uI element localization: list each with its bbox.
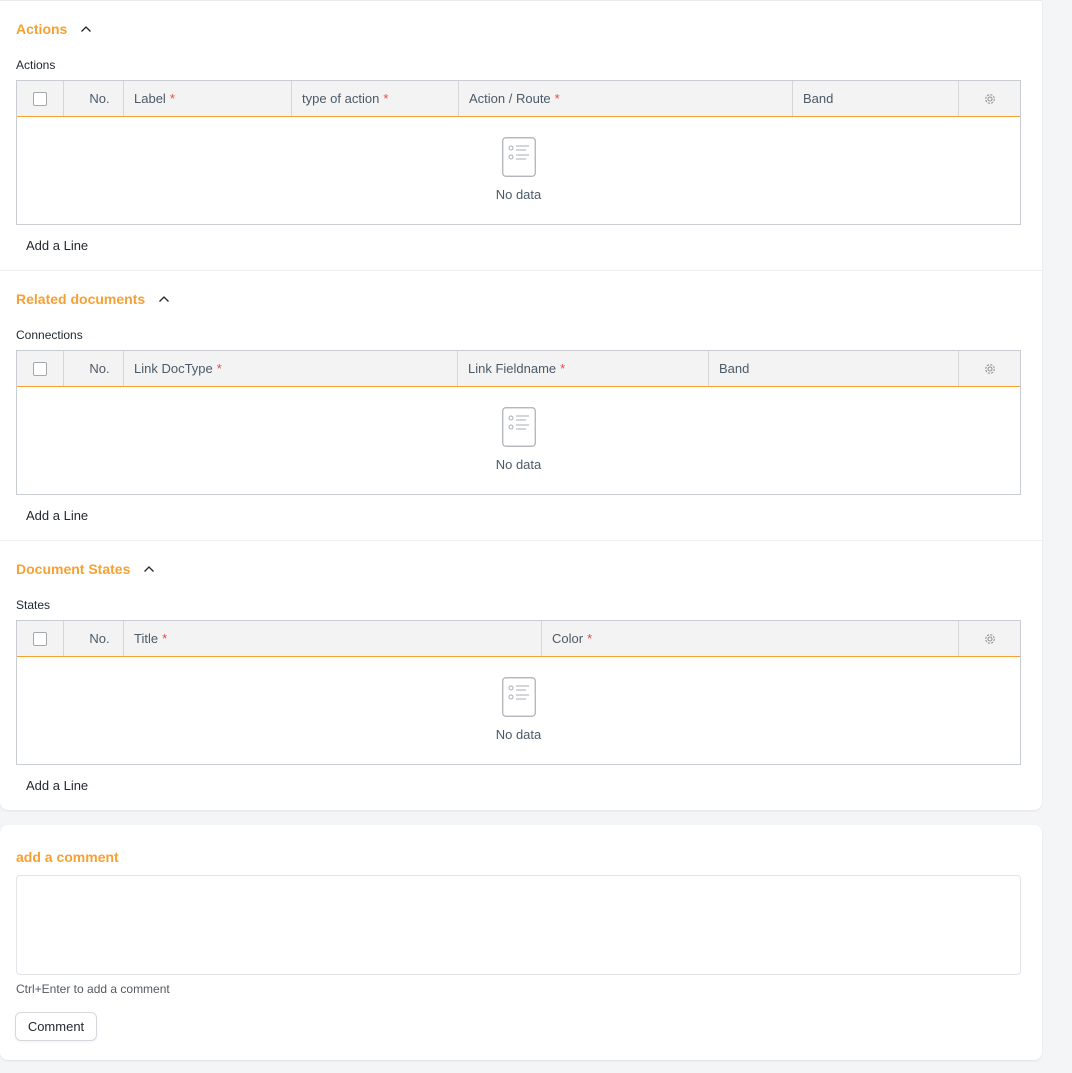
empty-text: No data — [495, 727, 542, 742]
comment-card: add a comment Ctrl+Enter to add a commen… — [0, 825, 1042, 1060]
empty-list-icon — [501, 407, 536, 447]
gear-icon[interactable] — [983, 362, 997, 376]
column-label-text: Action / Route — [469, 91, 551, 106]
actions-grid: No. Label * type of action * Action / Rout… — [16, 80, 1021, 225]
column-label-text: Link Fieldname — [468, 361, 557, 376]
field-label: States — [16, 598, 51, 612]
section-title: Document States — [16, 561, 131, 577]
grid-settings-cell — [959, 351, 1020, 386]
required-mark: * — [169, 91, 175, 106]
grid-header: No. Label * type of action * Action / Rout… — [17, 81, 1020, 117]
empty-list-icon — [501, 137, 536, 177]
section-title: Related documents — [16, 291, 146, 307]
empty-list-icon — [501, 677, 536, 717]
grid-settings-cell — [959, 81, 1020, 116]
column-band: Band — [793, 81, 959, 116]
column-action-route: Action / Route * — [459, 81, 793, 116]
add-line-button[interactable]: Add a Line — [26, 778, 88, 793]
column-label-text: Label — [134, 91, 166, 106]
section-related-documents: Related documents Connections No. Link D… — [0, 271, 1042, 541]
section-actions-header[interactable]: Actions — [16, 19, 93, 39]
form-card: Actions Actions No. Label * type of actio… — [0, 0, 1042, 810]
gear-icon[interactable] — [983, 92, 997, 106]
add-line-button[interactable]: Add a Line — [26, 238, 88, 253]
column-label-text: Band — [719, 361, 750, 376]
column-label-text: type of action — [302, 91, 380, 106]
chevron-up-icon[interactable] — [79, 22, 93, 36]
column-type-of-action: type of action * — [292, 81, 459, 116]
section-actions: Actions Actions No. Label * type of actio… — [0, 1, 1042, 271]
section-document-states: Document States States No. Title * Color *… — [0, 541, 1042, 811]
gear-icon[interactable] — [983, 632, 997, 646]
select-all-checkbox[interactable] — [33, 631, 47, 646]
grid-header: No. Title * Color * — [17, 621, 1020, 657]
column-no: No. — [64, 81, 124, 116]
add-line-button[interactable]: Add a Line — [26, 508, 88, 523]
comment-button[interactable]: Comment — [15, 1012, 97, 1041]
select-all-checkbox[interactable] — [33, 91, 47, 106]
select-all-cell — [17, 621, 64, 656]
section-document-states-header[interactable]: Document States — [16, 559, 156, 579]
column-link-fieldname: Link Fieldname * — [458, 351, 709, 386]
select-all-cell — [17, 81, 64, 116]
required-mark: * — [554, 91, 560, 106]
required-mark: * — [383, 91, 389, 106]
column-label-text: Link DocType — [134, 361, 213, 376]
column-label-text: Band — [803, 91, 834, 106]
grid-empty-state: No data — [17, 657, 1020, 764]
column-color: Color * — [542, 621, 959, 656]
grid-empty-state: No data — [17, 387, 1020, 494]
comment-title: add a comment — [16, 849, 119, 865]
column-no: No. — [64, 621, 124, 656]
required-mark: * — [216, 361, 222, 376]
column-label-text: Title — [134, 631, 159, 646]
column-link-doctype: Link DocType * — [124, 351, 458, 386]
comment-input[interactable] — [16, 875, 1021, 975]
empty-text: No data — [495, 187, 542, 202]
required-mark: * — [162, 631, 168, 646]
section-related-documents-header[interactable]: Related documents — [16, 289, 171, 309]
required-mark: * — [560, 361, 566, 376]
grid-header: No. Link DocType * Link Fieldname * Band — [17, 351, 1020, 387]
section-title: Actions — [16, 21, 68, 37]
column-no: No. — [64, 351, 124, 386]
grid-empty-state: No data — [17, 117, 1020, 224]
grid-settings-cell — [959, 621, 1020, 656]
chevron-up-icon[interactable] — [157, 292, 171, 306]
chevron-up-icon[interactable] — [142, 562, 156, 576]
column-title: Title * — [124, 621, 542, 656]
states-grid: No. Title * Color * No data — [16, 620, 1021, 765]
column-label: Label * — [124, 81, 292, 116]
field-label: Actions — [16, 58, 56, 72]
column-band: Band — [709, 351, 959, 386]
select-all-cell — [17, 351, 64, 386]
connections-grid: No. Link DocType * Link Fieldname * Band N… — [16, 350, 1021, 495]
column-label-text: Color — [552, 631, 584, 646]
comment-hint: Ctrl+Enter to add a comment — [16, 982, 170, 996]
empty-text: No data — [495, 457, 542, 472]
field-label: Connections — [16, 328, 83, 342]
required-mark: * — [587, 631, 593, 646]
select-all-checkbox[interactable] — [33, 361, 47, 376]
